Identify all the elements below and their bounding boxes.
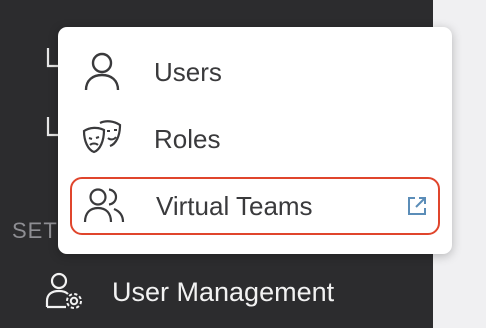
users-icon xyxy=(83,188,125,223)
menu-item-label: Users xyxy=(154,56,222,87)
sidebar-item-user-management[interactable]: User Management xyxy=(44,270,334,314)
menu-item-label: Virtual Teams xyxy=(156,190,313,221)
external-link-icon[interactable] xyxy=(406,195,428,217)
dropdown-menu: Users Roles Virtual Teams xyxy=(58,27,452,254)
theater-masks-icon xyxy=(82,120,122,154)
menu-item-roles[interactable]: Roles xyxy=(70,110,440,168)
sidebar-item-label: User Management xyxy=(112,276,335,307)
menu-item-label: Roles xyxy=(154,123,221,154)
menu-item-virtual-teams[interactable]: Virtual Teams xyxy=(70,177,440,235)
sidebar-section-label: SET xyxy=(12,218,58,243)
user-settings-icon xyxy=(45,272,82,309)
user-icon xyxy=(84,52,120,91)
menu-item-users[interactable]: Users xyxy=(70,43,440,101)
